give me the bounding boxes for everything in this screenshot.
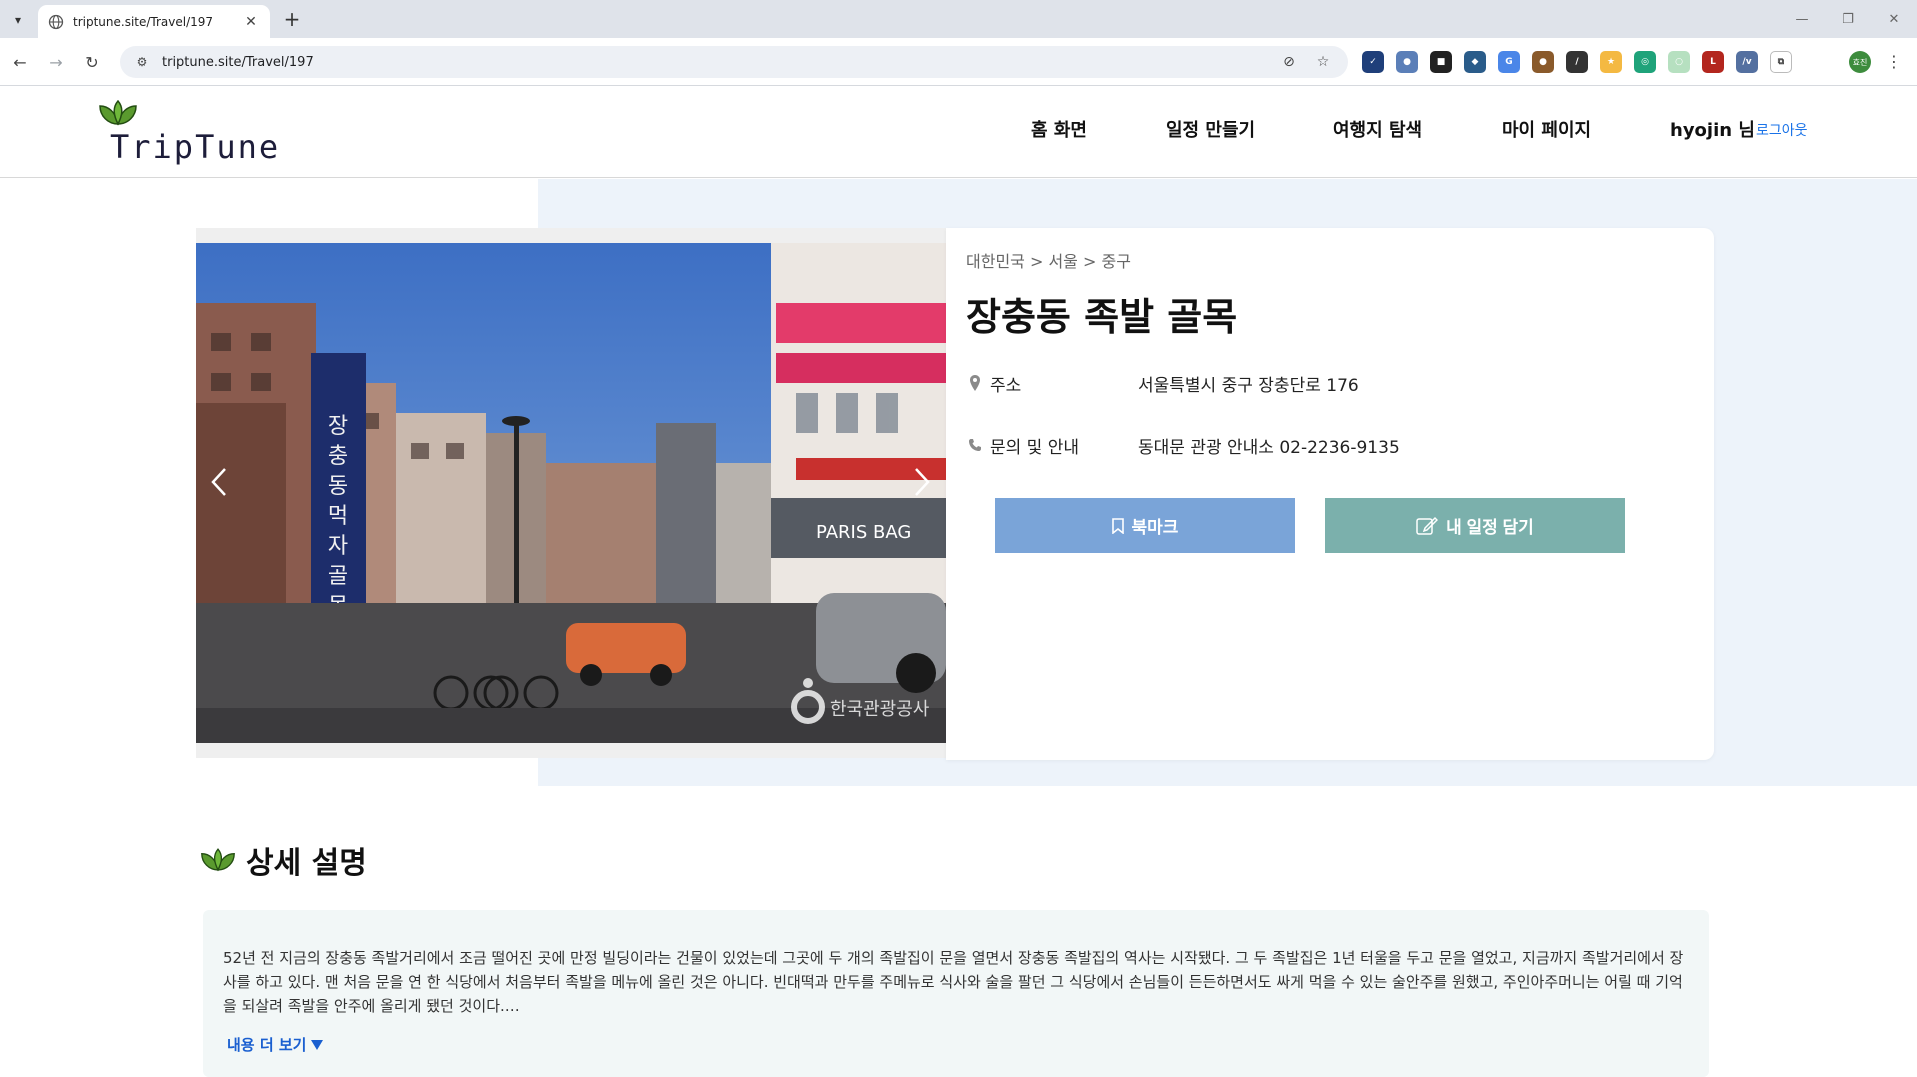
add-to-schedule-label: 내 일정 담기 <box>1446 518 1534 537</box>
bookmark-button[interactable]: 북마크 <box>995 498 1295 553</box>
contact-label: 문의 및 안내 <box>990 437 1080 458</box>
new-tab-icon[interactable]: + <box>280 8 304 32</box>
address-value: 서울특별시 중구 장충단로 176 <box>1138 375 1359 396</box>
nav-explore[interactable]: 여행지 탐색 <box>1333 116 1422 142</box>
extension-icon[interactable]: /v <box>1736 51 1758 73</box>
edit-icon <box>1416 516 1439 535</box>
extensions-bar: ✓ ● ■ ◆ G ● / ★ ◎ ○ L /v ⧉ <box>1362 51 1792 73</box>
eyedropper-icon[interactable]: / <box>1566 51 1588 73</box>
svg-text:PARIS BAG: PARIS BAG <box>816 522 911 543</box>
detail-box: 52년 전 지금의 장충동 족발거리에서 조금 떨어진 곳에 만정 빌딩이라는 … <box>203 910 1709 1077</box>
breadcrumb: 대한민국 > 서울 > 중구 <box>966 252 1131 271</box>
user-name: hyojin 님 <box>1670 120 1755 141</box>
puzzle-icon[interactable]: ⧉ <box>1770 51 1792 73</box>
cookie-icon[interactable]: ● <box>1532 51 1554 73</box>
phone-icon <box>966 435 984 455</box>
svg-text:장: 장 <box>328 414 348 439</box>
close-icon[interactable]: ✕ <box>242 13 260 31</box>
contact-value: 동대문 관광 안내소 02-2236-9135 <box>1138 437 1400 458</box>
extension-icon[interactable]: ★ <box>1600 51 1622 73</box>
photo-watermark: 한국관광공사 <box>830 699 930 720</box>
restore-icon[interactable]: ❐ <box>1825 0 1871 38</box>
street-photo-illustration: 장 충 동 먹 자 골 목 PARIS BAG <box>196 243 946 743</box>
forward-icon[interactable]: → <box>44 50 68 74</box>
eye-off-icon[interactable]: ⊘ <box>1278 51 1300 73</box>
place-info-card: 대한민국 > 서울 > 중구 장충동 족발 골목 주소 서울특별시 중구 장충단… <box>946 228 1714 760</box>
address-bar[interactable]: ⚙ triptune.site/Travel/197 ⊘ ☆ <box>120 46 1348 78</box>
extension-icon[interactable]: ○ <box>1668 51 1690 73</box>
chevron-left-icon <box>211 468 226 496</box>
nav-mypage[interactable]: 마이 페이지 <box>1502 116 1591 142</box>
browser-tabstrip: ▾ triptune.site/Travel/197 ✕ + — ❐ ✕ <box>0 0 1917 38</box>
nav-home[interactable]: 홈 화면 <box>1031 116 1087 142</box>
browser-toolbar: ← → ↻ ⚙ triptune.site/Travel/197 ⊘ ☆ ✓ ●… <box>0 38 1917 86</box>
bookmark-label: 북마크 <box>1131 518 1179 537</box>
window-controls: — ❐ ✕ <box>1779 0 1917 38</box>
prev-photo-arrow[interactable] <box>207 462 231 502</box>
translate-icon[interactable]: G <box>1498 51 1520 73</box>
detail-description: 52년 전 지금의 장충동 족발거리에서 조금 떨어진 곳에 만정 빌딩이라는 … <box>223 949 1684 1015</box>
window-close-icon[interactable]: ✕ <box>1871 0 1917 38</box>
extension-icon[interactable]: ■ <box>1430 51 1452 73</box>
place-title: 장충동 족발 골목 <box>966 295 1238 339</box>
back-icon[interactable]: ← <box>8 50 32 74</box>
url-text: triptune.site/Travel/197 <box>162 54 314 70</box>
menu-icon[interactable]: ⋮ <box>1886 50 1902 74</box>
svg-text:동: 동 <box>328 474 348 499</box>
site-header: TripTune 홈 화면 일정 만들기 여행지 탐색 마이 페이지 hyoji… <box>0 86 1917 178</box>
star-icon[interactable]: ☆ <box>1312 51 1334 73</box>
extension-icon[interactable]: ◆ <box>1464 51 1486 73</box>
nav-create-schedule[interactable]: 일정 만들기 <box>1166 116 1255 142</box>
show-more-label: 내용 더 보기 <box>227 1036 307 1054</box>
triangle-down-icon <box>311 1039 324 1050</box>
extension-icon[interactable]: L <box>1702 51 1724 73</box>
extension-icon[interactable]: ● <box>1396 51 1418 73</box>
chevron-right-icon <box>915 468 930 496</box>
logo[interactable]: TripTune <box>96 100 286 170</box>
tab-title: triptune.site/Travel/197 <box>73 14 214 29</box>
photo-gallery: 장 충 동 먹 자 골 목 PARIS BAG <box>196 228 946 758</box>
leaf-icon <box>99 100 137 126</box>
contact-row: 문의 및 안내 동대문 관광 안내소 02-2236-9135 <box>966 432 1400 458</box>
leaf-icon <box>201 848 235 872</box>
address-label: 주소 <box>990 375 1022 396</box>
svg-text:충: 충 <box>328 444 348 469</box>
address-row: 주소 서울특별시 중구 장충단로 176 <box>966 370 1359 396</box>
extension-icon[interactable]: ✓ <box>1362 51 1384 73</box>
tab-search-icon[interactable]: ▾ <box>6 8 30 32</box>
add-to-schedule-button[interactable]: 내 일정 담기 <box>1325 498 1625 553</box>
svg-text:먹: 먹 <box>328 504 348 529</box>
logout-link[interactable]: 로그아웃 <box>1756 120 1808 140</box>
bookmark-icon <box>1111 517 1124 534</box>
site-info-icon[interactable]: ⚙ <box>134 54 150 70</box>
svg-text:골: 골 <box>328 564 348 589</box>
svg-text:자: 자 <box>328 534 348 559</box>
map-pin-icon <box>966 373 984 393</box>
globe-icon <box>48 14 64 29</box>
logo-text: TripTune <box>110 128 281 166</box>
extension-icon[interactable]: ◎ <box>1634 51 1656 73</box>
reload-icon[interactable]: ↻ <box>80 50 104 74</box>
place-photo: 장 충 동 먹 자 골 목 PARIS BAG <box>196 243 946 743</box>
detail-heading-text: 상세 설명 <box>246 846 367 881</box>
browser-tab[interactable]: triptune.site/Travel/197 ✕ <box>38 5 270 38</box>
profile-avatar[interactable]: 효진 <box>1849 51 1871 73</box>
next-photo-arrow[interactable] <box>910 462 934 502</box>
detail-heading: 상세 설명 <box>200 840 367 881</box>
minimize-icon[interactable]: — <box>1779 0 1825 38</box>
show-more-button[interactable]: 내용 더 보기 <box>227 1034 324 1055</box>
